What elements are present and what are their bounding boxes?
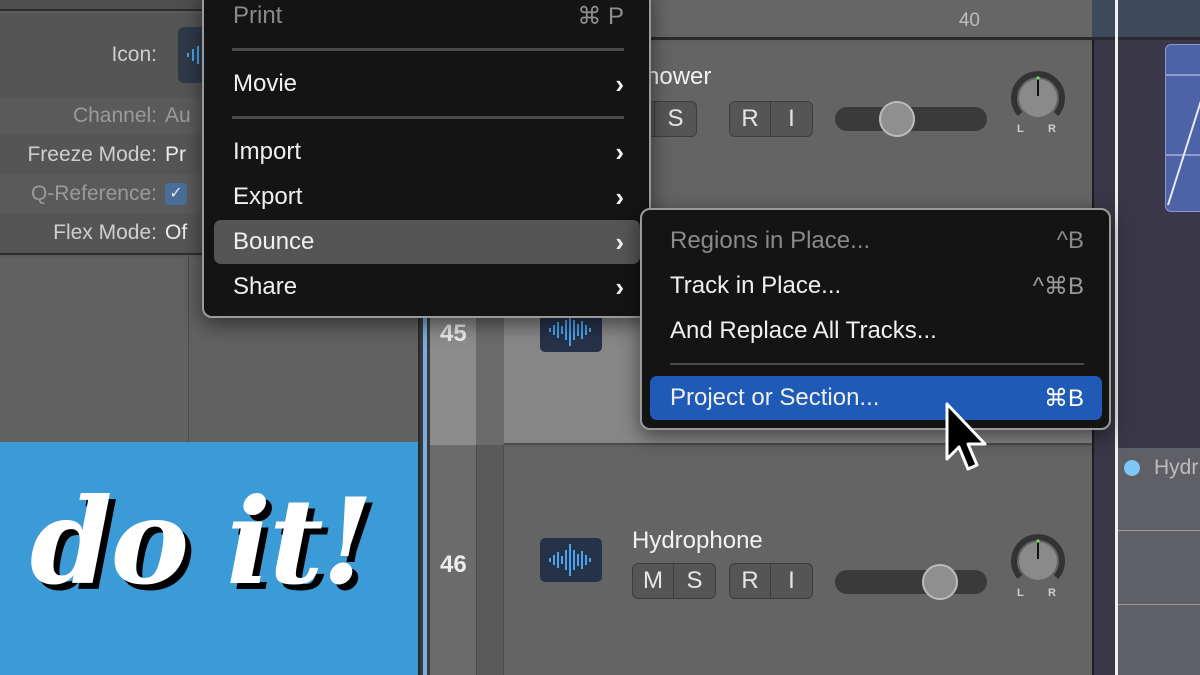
menu-item-print[interactable]: Print ⌘ P xyxy=(214,0,640,38)
menu-item-label: Share xyxy=(233,273,298,300)
volume-fader[interactable] xyxy=(835,101,987,137)
playhead[interactable] xyxy=(1115,0,1118,675)
pan-left-label: L xyxy=(1017,123,1024,135)
menu-item-shortcut: ⌘B xyxy=(1043,384,1084,412)
waveform-icon xyxy=(549,544,591,576)
menu-item-share[interactable]: Share › xyxy=(214,265,640,309)
arrange-ruler[interactable] xyxy=(1092,0,1200,40)
submenu-item-replace-all-tracks[interactable]: And Replace All Tracks... xyxy=(650,309,1102,353)
solo-button[interactable]: S xyxy=(674,564,715,598)
menu-item-label: Track in Place... xyxy=(670,272,842,299)
menu-item-label: Print xyxy=(233,2,283,29)
inspector-row-flex-mode: Flex Mode: Of xyxy=(0,214,205,252)
chevron-right-icon: › xyxy=(615,226,624,257)
menu-item-label: And Replace All Tracks... xyxy=(670,317,937,344)
file-menu: Print ⌘ P Movie › Import › Export › Boun… xyxy=(202,0,651,318)
mute-button[interactable]: M xyxy=(633,564,674,598)
menu-item-bounce[interactable]: Bounce › xyxy=(214,220,640,264)
menu-item-label: Import xyxy=(233,138,302,165)
volume-fader-knob[interactable] xyxy=(879,101,915,137)
submenu-item-regions-in-place[interactable]: Regions in Place... ^B xyxy=(650,219,1102,263)
pan-knob[interactable] xyxy=(1010,533,1066,589)
menu-item-shortcut: ⌘ P xyxy=(577,2,624,30)
record-enable-button[interactable]: R xyxy=(730,102,771,136)
do-it-banner: do it! xyxy=(0,442,418,675)
menu-item-movie[interactable]: Movie › xyxy=(214,62,640,106)
chevron-right-icon: › xyxy=(615,181,624,212)
inspector-divider xyxy=(188,257,189,442)
inspector-rows: Icon: Channel: Au Freeze Mode: Pr Q-Refe… xyxy=(0,13,205,255)
pan-right-label: R xyxy=(1048,587,1056,599)
submenu-item-track-in-place[interactable]: Track in Place... ^⌘B xyxy=(650,264,1102,308)
input-monitor-button[interactable]: I xyxy=(771,102,812,136)
menu-item-import[interactable]: Import › xyxy=(214,130,640,174)
pan-knob[interactable] xyxy=(1010,70,1066,126)
solo-button[interactable]: S xyxy=(655,102,696,136)
freeze-mode-value[interactable]: Pr xyxy=(165,143,197,167)
menu-item-label: Movie xyxy=(233,70,298,97)
volume-fader-knob[interactable] xyxy=(922,564,958,600)
q-reference-checkbox[interactable]: ✓ xyxy=(165,183,187,205)
chevron-right-icon: › xyxy=(615,136,624,167)
inspector-row-channel: Channel: Au xyxy=(0,97,205,135)
freeze-mode-label: Freeze Mode: xyxy=(27,143,157,166)
pan-right-label: R xyxy=(1048,123,1056,135)
ruler-bar-number: 40 xyxy=(958,10,980,31)
menu-item-export[interactable]: Export › xyxy=(214,175,640,219)
pan-left-label: L xyxy=(1017,587,1024,599)
track-lane-cell xyxy=(476,315,504,445)
automation-curve xyxy=(1166,74,1200,206)
flex-mode-value[interactable]: Of xyxy=(165,221,197,245)
region-gridline xyxy=(1118,530,1200,531)
volume-fader[interactable] xyxy=(835,564,987,600)
mouse-pointer-icon xyxy=(945,402,987,471)
channel-value[interactable]: Au xyxy=(165,104,197,128)
menu-item-shortcut: ^⌘B xyxy=(1032,272,1084,300)
track-name[interactable]: hower xyxy=(646,63,711,91)
flex-mode-label: Flex Mode: xyxy=(53,221,157,244)
record-enable-button[interactable]: R xyxy=(730,564,771,598)
track-number-46: 46 xyxy=(440,551,467,578)
q-reference-label: Q-Reference: xyxy=(30,182,157,205)
channel-label: Channel: xyxy=(72,104,157,127)
menu-item-label: Regions in Place... xyxy=(670,227,871,254)
track-icon-46[interactable] xyxy=(540,538,602,582)
audio-region-hydrophone[interactable]: Hydr xyxy=(1118,448,1200,675)
menu-separator xyxy=(232,116,624,119)
automation-region[interactable] xyxy=(1165,44,1200,212)
region-name: Hydr xyxy=(1154,456,1199,479)
inspector-row-freeze-mode: Freeze Mode: Pr xyxy=(0,136,205,174)
inspector-row-icon: Icon: xyxy=(0,35,205,75)
region-gridline xyxy=(1118,604,1200,605)
input-monitor-button[interactable]: I xyxy=(771,564,812,598)
chevron-right-icon: › xyxy=(615,68,624,99)
banner-text: do it! xyxy=(30,472,373,611)
track-name-hydrophone[interactable]: Hydrophone xyxy=(632,527,763,555)
record-input-group: R I xyxy=(729,101,813,137)
icon-label: Icon: xyxy=(111,43,157,66)
mute-solo-group: M S xyxy=(632,563,716,599)
record-input-group: R I xyxy=(729,563,813,599)
menu-item-shortcut: ^B xyxy=(1056,227,1084,254)
menu-separator xyxy=(232,48,624,51)
region-color-dot xyxy=(1124,460,1140,476)
track-number-45: 45 xyxy=(440,320,467,347)
chevron-right-icon: › xyxy=(615,271,624,302)
menu-separator xyxy=(670,363,1084,365)
inspector-row-q-reference: Q-Reference: ✓ xyxy=(0,175,205,213)
menu-item-label: Bounce xyxy=(233,228,315,255)
bounce-submenu: Regions in Place... ^B Track in Place...… xyxy=(640,208,1111,430)
submenu-item-project-or-section[interactable]: Project or Section... ⌘B xyxy=(650,376,1102,420)
menu-item-label: Export xyxy=(233,183,303,210)
